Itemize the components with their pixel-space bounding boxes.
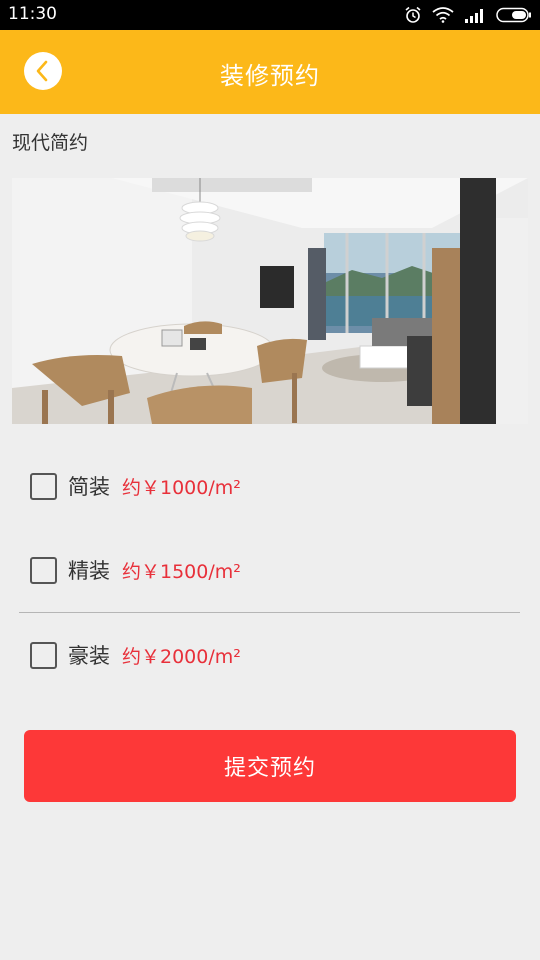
option-label: 精装 [68,559,110,583]
room-illustration [12,178,528,424]
divider [19,612,520,613]
room-photo [12,178,528,424]
status-bar: 11:30 [0,0,540,30]
option-price: 约￥1000/m² [122,476,241,499]
option-price: 约￥2000/m² [122,645,241,668]
option-label: 简装 [68,475,110,499]
option-checkbox[interactable] [30,556,57,584]
submit-button[interactable]: 提交预约 [24,730,516,802]
app-header: 装修预约 [0,30,540,114]
style-name: 现代简约 [12,132,89,154]
option-fine[interactable]: 精装 约￥1500/m² [30,550,241,590]
battery-icon [496,7,531,23]
wifi-icon [432,7,454,23]
signal-icon [465,9,483,23]
status-time: 11:30 [8,4,57,24]
status-icons [404,5,532,25]
option-simple[interactable]: 简装 约￥1000/m² [30,466,241,506]
alarm-icon [405,6,421,23]
option-checkbox[interactable] [30,472,57,500]
option-luxury[interactable]: 豪装 约￥2000/m² [30,635,241,675]
page-title: 装修预约 [220,62,320,90]
option-price: 约￥1500/m² [122,560,241,583]
option-label: 豪装 [68,644,110,668]
option-checkbox[interactable] [30,641,57,669]
